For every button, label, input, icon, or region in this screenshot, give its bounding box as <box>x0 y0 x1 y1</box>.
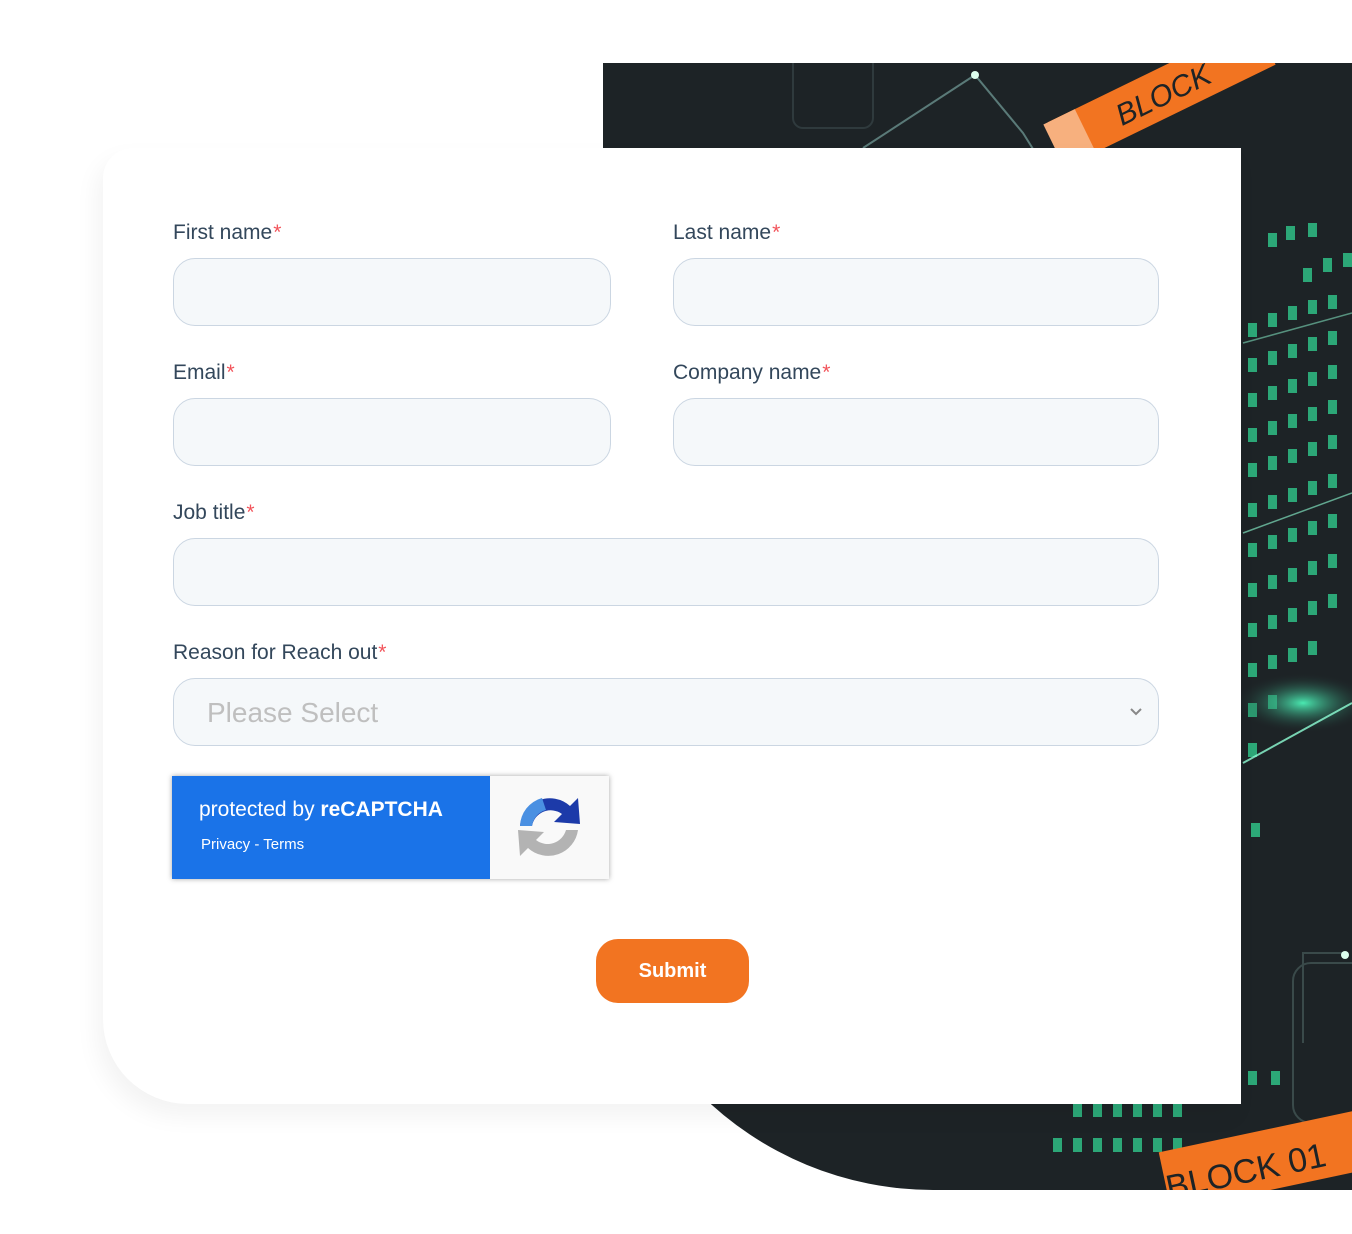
recaptcha-links: Privacy - Terms <box>201 836 305 853</box>
first-name-label: First name* <box>173 221 282 244</box>
job-title-label: Job title* <box>173 501 255 524</box>
reason-select-value: Please Select <box>207 697 379 728</box>
last-name-input[interactable] <box>673 258 1159 326</box>
company-name-input[interactable] <box>673 398 1159 466</box>
reason-label: Reason for Reach out* <box>173 641 387 664</box>
recaptcha-title: protected by reCAPTCHA <box>199 798 443 821</box>
recaptcha-terms-link[interactable]: Terms <box>263 836 304 853</box>
required-marker: * <box>378 641 387 664</box>
submit-button[interactable]: Submit <box>596 939 749 1003</box>
recaptcha-logo-icon <box>518 798 580 856</box>
company-name-label: Company name* <box>673 361 831 384</box>
job-title-input[interactable] <box>173 538 1159 606</box>
required-marker: * <box>246 501 255 524</box>
reason-select[interactable]: Please Select <box>173 678 1159 746</box>
recaptcha-badge: protected by reCAPTCHA Privacy - Terms <box>172 776 609 879</box>
chevron-down-icon <box>1130 708 1142 716</box>
required-marker: * <box>772 221 781 244</box>
last-name-label: Last name* <box>673 221 781 244</box>
required-marker: * <box>822 361 831 384</box>
recaptcha-label-panel: protected by reCAPTCHA Privacy - Terms <box>172 776 490 879</box>
required-marker: * <box>273 221 282 244</box>
recaptcha-privacy-link[interactable]: Privacy <box>201 836 250 853</box>
contact-form-card: First name* Last name* Email* Company na… <box>103 148 1241 1104</box>
email-label: Email* <box>173 361 235 384</box>
email-input[interactable] <box>173 398 611 466</box>
required-marker: * <box>226 361 235 384</box>
first-name-input[interactable] <box>173 258 611 326</box>
